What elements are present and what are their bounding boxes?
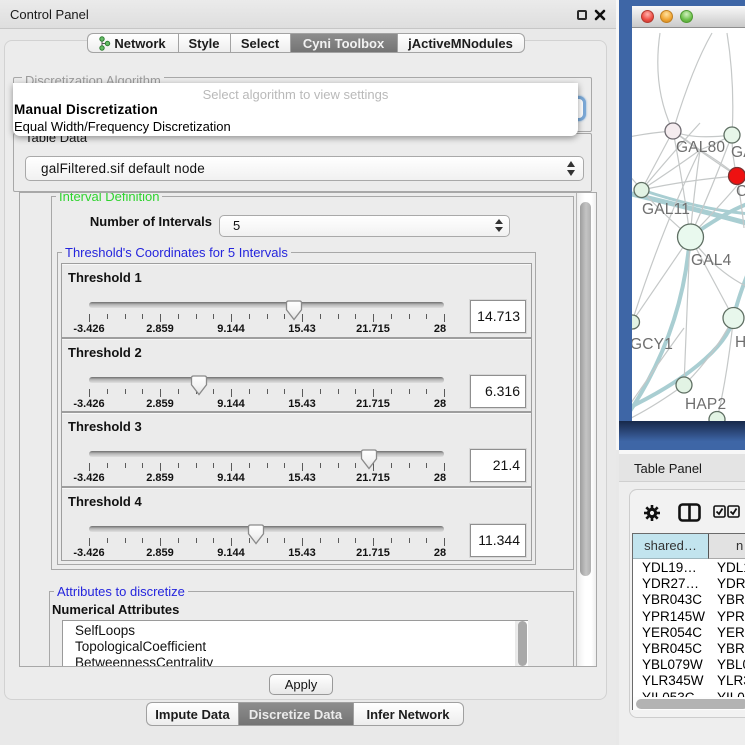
svg-text:GAL80: GAL80 <box>676 139 725 156</box>
svg-text:HAP2: HAP2 <box>685 396 726 413</box>
svg-text:H: H <box>735 334 745 351</box>
svg-text:GCY1: GCY1 <box>632 336 673 353</box>
svg-text:GAL4: GAL4 <box>691 252 732 269</box>
svg-text:GA: GA <box>731 144 745 161</box>
svg-text:GAL11: GAL11 <box>642 201 690 218</box>
svg-text:C: C <box>736 183 745 200</box>
